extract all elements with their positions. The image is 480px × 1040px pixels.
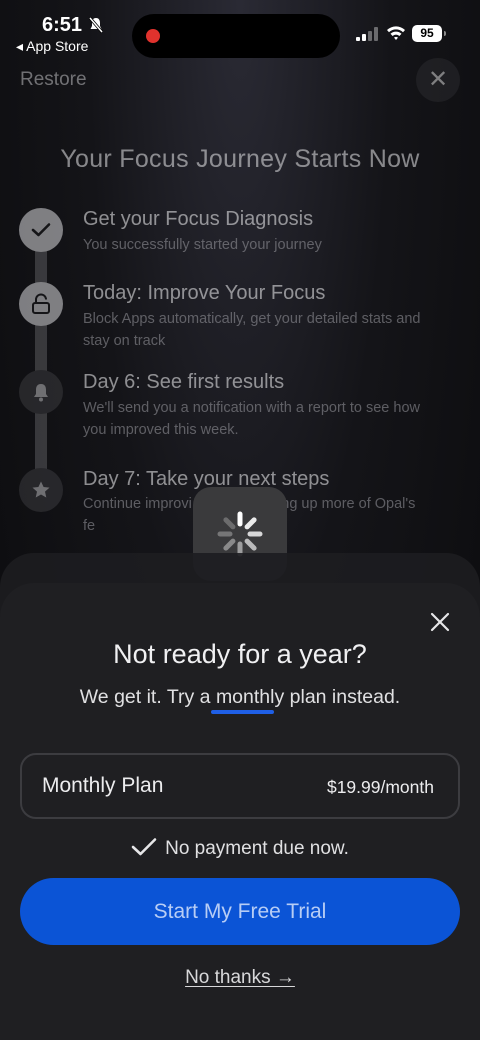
cellular-signal-icon bbox=[356, 27, 378, 41]
page-title: Your Focus Journey Starts Now bbox=[60, 145, 420, 173]
sheet-title: Not ready for a year? bbox=[113, 639, 367, 669]
close-icon[interactable] bbox=[428, 610, 452, 634]
subtitle-text: plan instead. bbox=[284, 686, 401, 708]
no-thanks-row: No thanks → bbox=[0, 967, 480, 989]
wifi-icon bbox=[387, 26, 405, 40]
step-title: Day 6: See first results bbox=[83, 371, 285, 393]
no-payment-text: No payment due now. bbox=[165, 838, 349, 859]
sheet-subtitle: We get it. Try a monthly plan instead. bbox=[0, 686, 480, 709]
step-title: Get your Focus Diagnosis bbox=[83, 208, 314, 230]
plan-name: Monthly Plan bbox=[42, 774, 164, 797]
plan-price: $19.99/month bbox=[326, 777, 434, 797]
step-description: Block Apps automatically, get your detai… bbox=[83, 311, 421, 349]
step-title: Today: Improve Your Focus bbox=[83, 282, 326, 304]
lock-icon bbox=[19, 282, 63, 326]
back-to-app-store[interactable]: ◂ App Store bbox=[16, 38, 88, 55]
check-icon bbox=[19, 208, 63, 252]
star-icon bbox=[19, 468, 63, 512]
status-bar: 6:51 ◂ App Store 95 bbox=[0, 0, 480, 60]
battery-indicator: 95 bbox=[412, 25, 446, 42]
step-description: You successfully started your journey bbox=[83, 237, 322, 253]
step-description: We'll send you a notification with a rep… bbox=[83, 400, 420, 438]
timeline-track bbox=[35, 230, 47, 490]
restore-button[interactable]: Restore bbox=[20, 69, 87, 91]
no-thanks-link[interactable]: No thanks → bbox=[185, 967, 295, 988]
bell-off-icon bbox=[88, 17, 104, 33]
highlight-underline bbox=[211, 710, 274, 714]
downsell-sheet: Not ready for a year? We get it. Try a m… bbox=[0, 583, 480, 1040]
bell-icon bbox=[19, 370, 63, 414]
no-payment-note: No payment due now. bbox=[0, 837, 480, 860]
check-icon bbox=[131, 838, 157, 856]
subtitle-highlight: monthly bbox=[215, 686, 285, 708]
clock: 6:51 bbox=[42, 14, 83, 36]
screen: Restore ✕ Your Focus Journey Starts Now … bbox=[0, 0, 480, 1040]
close-button[interactable]: ✕ bbox=[416, 58, 460, 102]
monthly-plan-option[interactable]: Monthly Plan $19.99/month bbox=[20, 753, 460, 819]
subtitle-text: We get it. Try a bbox=[79, 686, 216, 708]
start-free-trial-button[interactable]: Start My Free Trial bbox=[20, 878, 460, 945]
recording-indicator bbox=[146, 29, 160, 43]
dynamic-island bbox=[132, 14, 340, 58]
